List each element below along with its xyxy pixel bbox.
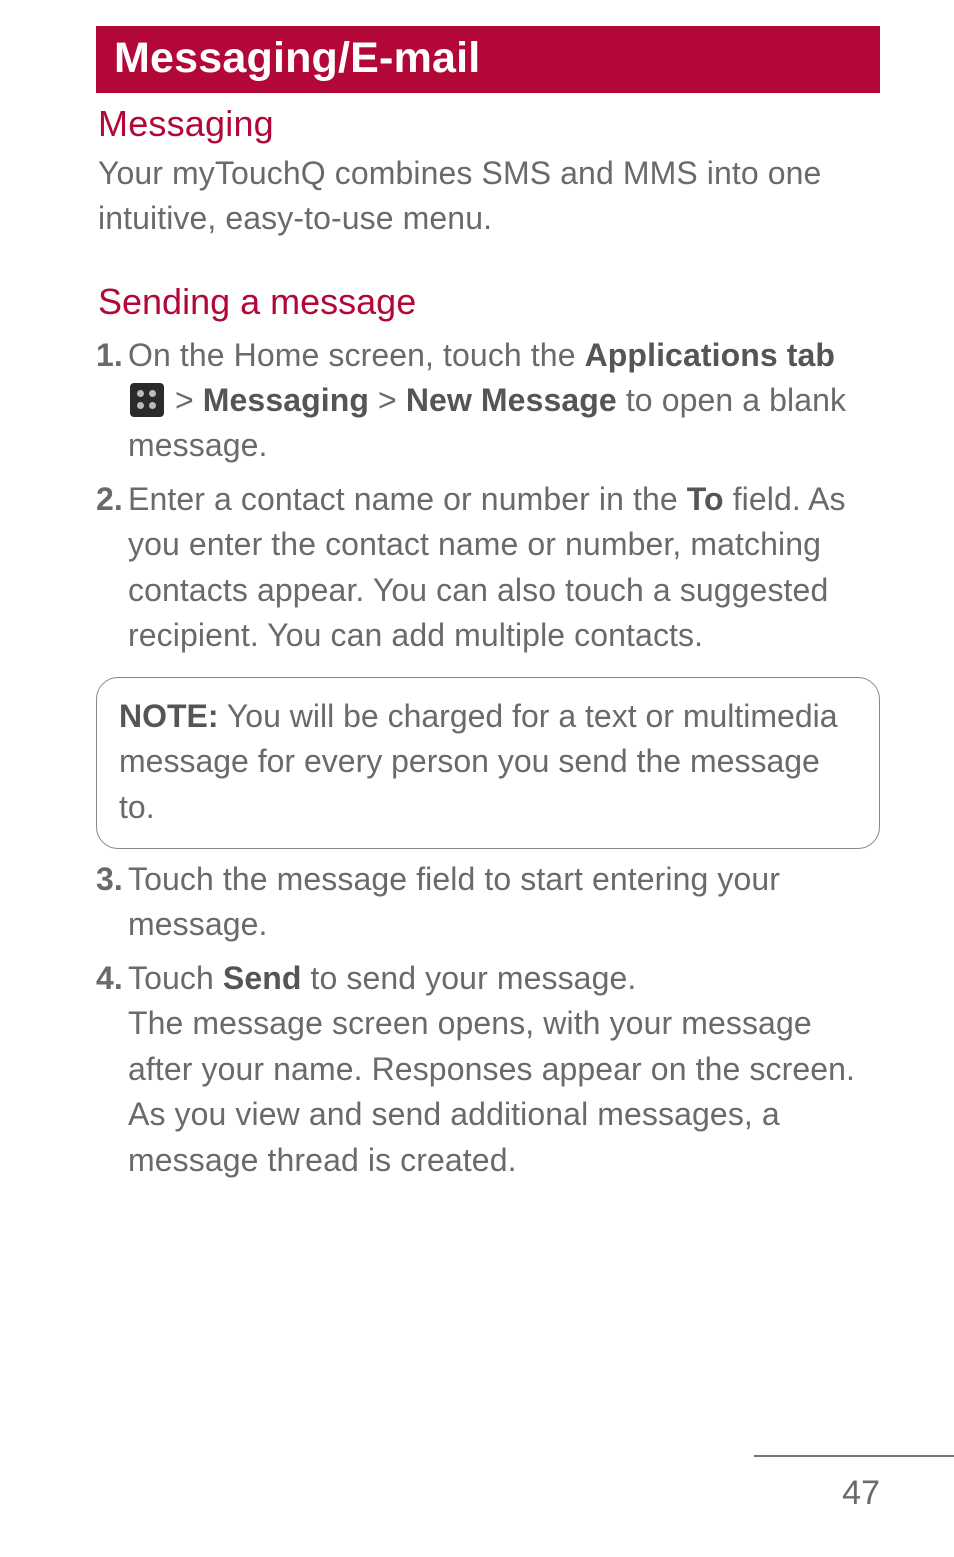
section-intro-paragraph: Your myTouchQ combines SMS and MMS into … <box>98 151 880 241</box>
chapter-title-text: Messaging/E-mail <box>114 34 480 82</box>
bold-send: Send <box>223 960 302 996</box>
subsection-heading-sending: Sending a message <box>98 281 880 323</box>
note-label: NOTE: <box>119 698 219 734</box>
step-2: 2. Enter a contact name or number in the… <box>96 477 880 659</box>
applications-tab-icon <box>130 383 164 417</box>
page-number: 47 <box>842 1474 880 1513</box>
footer-rule <box>754 1455 954 1457</box>
bold-to-field: To <box>687 481 724 517</box>
steps-list: 1. On the Home screen, touch the Applica… <box>96 333 880 659</box>
step-number: 1. <box>96 333 123 378</box>
note-text: You will be charged for a text or multim… <box>119 698 838 825</box>
bold-applications-tab: Applications tab <box>585 337 836 373</box>
note-box: NOTE: You will be charged for a text or … <box>96 677 880 849</box>
step-text: Enter a contact name or number in the To… <box>128 481 846 653</box>
step-1: 1. On the Home screen, touch the Applica… <box>96 333 880 469</box>
bold-messaging: Messaging <box>203 382 369 418</box>
bold-new-message: New Message <box>406 382 617 418</box>
section-heading-messaging: Messaging <box>98 103 880 145</box>
step-text: Touch the message field to start enterin… <box>128 861 780 942</box>
step-3: 3. Touch the message field to start ente… <box>96 857 880 948</box>
step-4: 4. Touch Send to send your message. The … <box>96 956 880 1183</box>
document-page: Messaging/E-mail Messaging Your myTouchQ… <box>0 0 954 1183</box>
chapter-title-banner: Messaging/E-mail <box>96 26 880 93</box>
step-text: On the Home screen, touch the Applicatio… <box>128 337 846 464</box>
step-number: 4. <box>96 956 123 1001</box>
steps-list-continued: 3. Touch the message field to start ente… <box>96 857 880 1183</box>
step-number: 2. <box>96 477 123 522</box>
step-number: 3. <box>96 857 123 902</box>
step-text: Touch Send to send your message. The mes… <box>128 960 855 1178</box>
